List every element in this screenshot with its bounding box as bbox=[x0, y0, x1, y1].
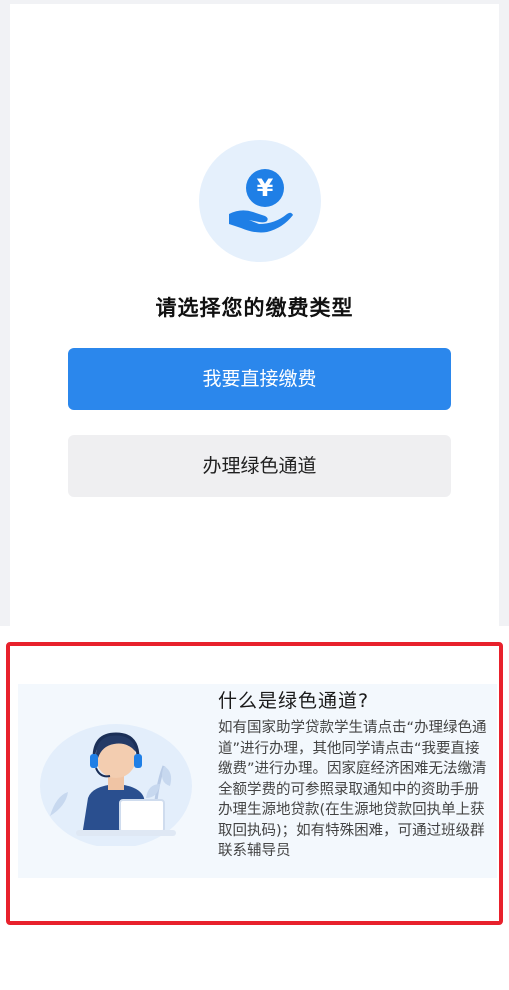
highlight-box bbox=[6, 642, 503, 925]
direct-pay-button[interactable]: 我要直接缴费 bbox=[68, 348, 451, 410]
page-title: 请选择您的缴费类型 bbox=[155, 296, 354, 320]
yen-hand-payment-icon: ¥ bbox=[229, 169, 293, 233]
green-channel-button[interactable]: 办理绿色通道 bbox=[68, 435, 451, 497]
svg-text:¥: ¥ bbox=[257, 174, 274, 202]
payment-icon-badge: ¥ bbox=[199, 140, 321, 262]
